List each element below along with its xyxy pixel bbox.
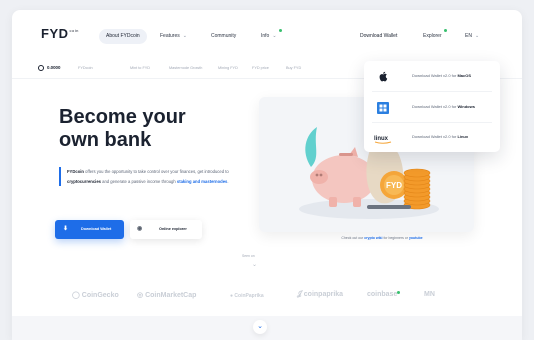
caption-text: for beginners or — [382, 236, 409, 240]
desc-bold: cryptocurrencies — [67, 178, 101, 184]
desc-text: offers you the opportunity to take contr… — [83, 169, 229, 174]
download-wallet-button[interactable]: ⬇ Download Wallet — [55, 220, 124, 239]
online-explorer-button[interactable]: ◉ Online explorer — [130, 220, 202, 239]
hero-title-line: own bank — [59, 129, 152, 151]
chevron-down-icon: ⌄ — [257, 323, 263, 330]
ticker-item[interactable]: FYDcoin — [78, 64, 93, 72]
desc-brand: FYDcoin — [67, 169, 84, 174]
desc-text: . — [227, 178, 229, 184]
partner-logo[interactable]: ● CoinPaprika — [230, 293, 264, 299]
button-label: Online explorer — [159, 227, 187, 231]
status-dot — [397, 291, 401, 294]
fyd-coin-icon — [38, 65, 44, 71]
chevron-down-icon: ⌄ — [252, 262, 258, 268]
chevron-down-icon: ⌄ — [272, 33, 277, 39]
button-label: Download Wallet — [81, 227, 112, 231]
hero-title: Become your own bank — [59, 106, 219, 152]
dropdown-item-label: Download Wallet v2.0 for Windows — [412, 104, 475, 109]
fydcoin-logo[interactable]: FYDcoin — [41, 26, 79, 41]
ticker-item[interactable]: Mining FYD — [218, 64, 238, 72]
ticker-item[interactable]: Buy FYD — [286, 64, 301, 72]
staking-link[interactable]: staking and masternodes — [177, 179, 228, 184]
hero-description: FYDcoin offers you the opportunity to ta… — [59, 167, 242, 186]
status-dot — [278, 29, 282, 32]
scroll-down-button[interactable]: ⌄ — [253, 320, 267, 334]
chevron-down-icon: ⌄ — [474, 33, 480, 39]
illustration-caption: Check out our crypto wiki for beginners … — [282, 236, 482, 240]
partner-logo[interactable]: ◯ CoinGecko — [72, 291, 119, 299]
eye-icon: ◉ — [137, 226, 143, 232]
youtube-link[interactable]: youtube — [409, 236, 423, 240]
page: FYDcoin About FYDcoin Features ⌄ Communit… — [12, 10, 522, 340]
download-linux-item[interactable]: linux Download Wallet v2.0 for Linux — [364, 122, 500, 152]
bottom-section — [12, 316, 522, 340]
partner-logos: ◯ CoinGecko ◎ CoinMarketCap ● CoinPaprik… — [12, 288, 522, 304]
price-ticker: 0.0000 FYDcoin Mint to FYD Masternode Gr… — [38, 64, 358, 76]
ticker-price: 0.0000 — [47, 65, 61, 70]
download-wallet-dropdown: Download Wallet v2.0 for MacOS Download … — [364, 61, 500, 152]
ticker-item[interactable]: FYD price — [252, 64, 269, 72]
nav-item-info[interactable]: Info ⌄ — [261, 29, 282, 44]
status-dot — [443, 29, 447, 32]
language-selector[interactable]: EN ⌄ — [465, 29, 479, 44]
dropdown-item-label: Download Wallet v2.0 for Linux — [412, 134, 469, 139]
linux-icon: linux — [374, 131, 392, 144]
nav-explorer[interactable]: Explorer — [423, 29, 447, 44]
partner-logo[interactable]: 𝒥 coinpaprika — [297, 291, 343, 299]
partner-logo[interactable]: coinbase — [367, 291, 401, 298]
coin-label: FYD — [386, 181, 402, 190]
dropdown-item-label: Download Wallet v2.0 for MacOS — [412, 73, 471, 78]
ticker-item[interactable]: Mint to FYD — [130, 64, 150, 72]
caption-text: Check out our — [341, 236, 365, 240]
desc-text: and generate a passive income through — [100, 178, 177, 184]
partner-logo[interactable]: MN — [424, 291, 435, 298]
nav-item-features[interactable]: Features ⌄ — [160, 29, 187, 44]
seen-on-label: Seen on — [242, 254, 255, 258]
ticker-item[interactable]: Masternode Growth — [169, 64, 202, 72]
partner-logo[interactable]: ◎ CoinMarketCap — [137, 291, 196, 299]
download-icon: ⬇ — [63, 226, 69, 232]
nav-item-community[interactable]: Community — [211, 29, 236, 44]
crypto-wiki-link[interactable]: crypto wiki — [364, 236, 382, 240]
chevron-down-icon: ⌄ — [182, 33, 187, 39]
nav-download-wallet[interactable]: Download Wallet — [360, 29, 397, 44]
top-navigation: FYDcoin About FYDcoin Features ⌄ Communit… — [12, 10, 522, 58]
svg-text:linux: linux — [374, 136, 389, 142]
download-windows-item[interactable]: Download Wallet v2.0 for Windows — [364, 92, 500, 122]
apple-icon — [374, 70, 392, 82]
windows-icon — [374, 101, 392, 114]
hero-title-line: Become your — [59, 106, 186, 128]
download-macos-item[interactable]: Download Wallet v2.0 for MacOS — [364, 61, 500, 91]
nav-item-about[interactable]: About FYDcoin — [99, 29, 147, 44]
